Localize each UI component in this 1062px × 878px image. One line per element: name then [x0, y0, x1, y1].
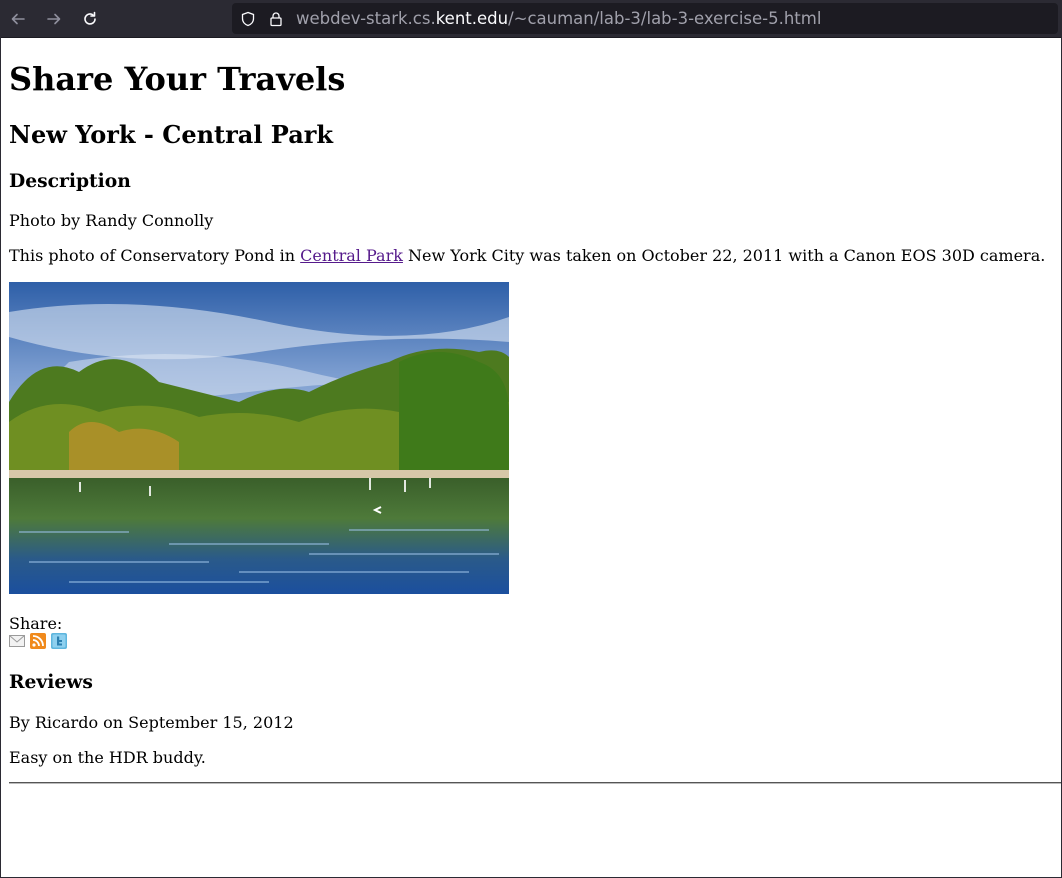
url-prefix: webdev-stark.cs.	[296, 9, 436, 28]
page-title: Share Your Travels	[9, 60, 346, 98]
back-button[interactable]	[0, 1, 36, 37]
description-after-link: New York City was taken on October 22, 2…	[402, 246, 1046, 265]
review-byline: By Ricardo on September 15, 2012	[9, 713, 294, 732]
description-heading: Description	[9, 170, 131, 192]
shield-icon[interactable]	[240, 11, 256, 27]
reload-icon	[84, 11, 96, 25]
review-text: Easy on the HDR buddy.	[9, 748, 206, 767]
forward-button[interactable]	[36, 1, 72, 37]
url-path: /~cauman/lab-3/lab-3-exercise-5.html	[508, 9, 822, 28]
twitter-icon[interactable]	[51, 633, 67, 649]
arrow-right-icon	[47, 13, 61, 24]
browser-toolbar: webdev-stark.cs.kent.edu/~cauman/lab-3/l…	[0, 0, 1062, 38]
reload-button[interactable]	[72, 1, 108, 37]
travel-photo	[9, 282, 509, 594]
description-before-link: This photo of Conservatory Pond in	[9, 246, 301, 265]
url-host: kent.edu	[435, 9, 509, 28]
url-bar[interactable]: webdev-stark.cs.kent.edu/~cauman/lab-3/l…	[232, 3, 1058, 34]
share-label: Share:	[9, 614, 63, 633]
lock-icon[interactable]	[268, 11, 284, 27]
email-icon[interactable]	[9, 633, 25, 649]
horizontal-rule	[9, 782, 1062, 784]
central-park-link[interactable]: Central Park	[300, 246, 403, 265]
rss-icon[interactable]	[30, 633, 46, 649]
page-subtitle: New York - Central Park	[9, 120, 334, 149]
photo-credit: Photo by Randy Connolly	[9, 211, 214, 230]
url-text[interactable]: webdev-stark.cs.kent.edu/~cauman/lab-3/l…	[296, 9, 821, 28]
reviews-heading: Reviews	[9, 671, 93, 693]
description-text: This photo of Conservatory Pond in Centr…	[9, 246, 1045, 265]
share-icons	[9, 633, 67, 649]
arrow-left-icon	[11, 13, 25, 24]
